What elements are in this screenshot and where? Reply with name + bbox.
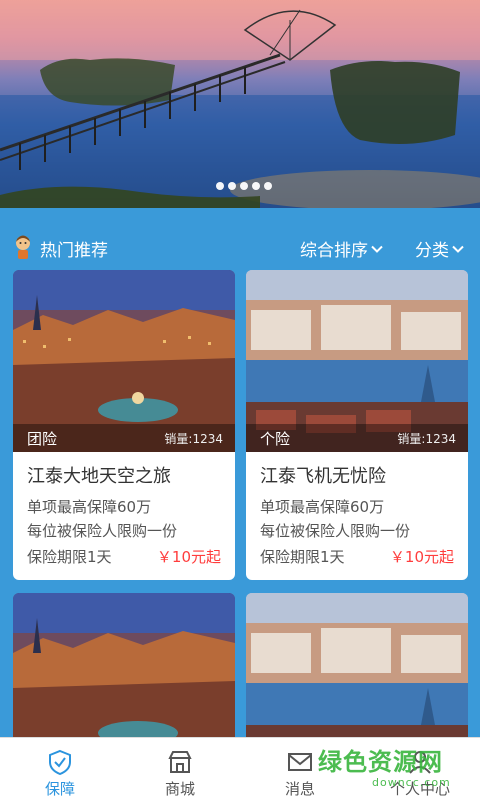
nav-item-mall[interactable]: 商城: [120, 738, 240, 800]
purchase-limit-text: 每位被保险人限购一份: [260, 522, 411, 540]
sort-dropdown[interactable]: 综合排序: [300, 236, 383, 261]
category-dropdown[interactable]: 分类: [415, 236, 464, 261]
nav-label: 保障: [44, 780, 75, 798]
coverage-text: 单项最高保障60万: [260, 498, 385, 516]
product-card[interactable]: [246, 593, 468, 753]
sales-count: 销量:1234: [164, 432, 223, 446]
section-title: 热门推荐: [40, 241, 108, 261]
carousel-indicator: [216, 182, 272, 190]
price-text: ￥10元起: [156, 548, 221, 566]
product-card[interactable]: 个险 销量:1234 江泰飞机无忧险 单项最高保障60万 每位被保险人限购一份 …: [246, 270, 468, 580]
image-caption-bar: 团险 销量:1234: [13, 424, 235, 452]
carousel-dot[interactable]: [216, 182, 224, 190]
carousel-dot[interactable]: [228, 182, 236, 190]
product-image: 团险 销量:1234: [13, 270, 235, 452]
sort-label: 综合排序: [300, 241, 368, 261]
category-label: 分类: [415, 241, 449, 261]
banner-carousel[interactable]: [0, 0, 480, 208]
insurance-type: 个险: [260, 430, 291, 448]
purchase-limit-text: 每位被保险人限购一份: [27, 522, 178, 540]
store-icon: [168, 751, 192, 773]
watermark-text: 绿色资源网: [318, 748, 443, 776]
banner-image: [0, 0, 480, 208]
chevron-down-icon: [371, 245, 383, 253]
product-card[interactable]: 团险 销量:1234 江泰大地天空之旅 单项最高保障60万 每位被保险人限购一份…: [13, 270, 235, 580]
nav-label: 商城: [164, 780, 195, 798]
product-title: 江泰飞机无忧险: [260, 466, 386, 487]
coverage-text: 单项最高保障60万: [27, 498, 152, 516]
term-text: 保险期限1天: [27, 548, 112, 566]
watermark-subtext: downcc.com: [372, 776, 451, 789]
mail-icon: [288, 753, 312, 771]
carousel-dot[interactable]: [264, 182, 272, 190]
mascot-icon: [16, 235, 30, 259]
sales-count: 销量:1234: [397, 432, 456, 446]
insurance-type: 团险: [27, 430, 58, 448]
product-image: [13, 593, 235, 753]
product-image: [246, 593, 468, 753]
price-text: ￥10元起: [389, 548, 454, 566]
section-header: 热门推荐 综合排序 分类: [0, 226, 480, 266]
nav-item-protection[interactable]: 保障: [0, 738, 120, 800]
term-text: 保险期限1天: [260, 548, 345, 566]
chevron-down-icon: [452, 245, 464, 253]
product-card[interactable]: [13, 593, 235, 753]
image-caption-bar: 个险 销量:1234: [246, 424, 468, 452]
product-title: 江泰大地天空之旅: [27, 466, 171, 487]
watermark: 绿色资源网 downcc.com: [318, 742, 476, 796]
product-image: 个险 销量:1234: [246, 270, 468, 452]
carousel-dot[interactable]: [240, 182, 248, 190]
carousel-dot[interactable]: [252, 182, 260, 190]
shield-icon: [49, 749, 71, 776]
